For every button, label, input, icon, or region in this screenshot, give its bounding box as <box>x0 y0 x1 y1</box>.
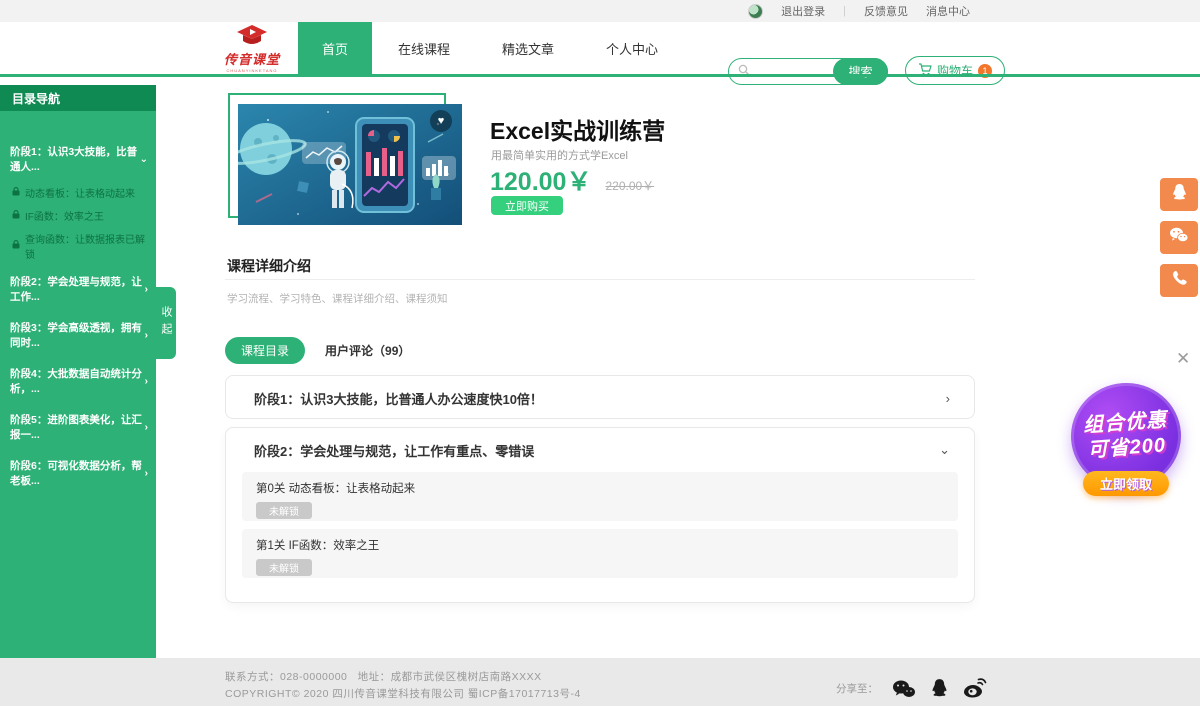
chevron-right-icon: › <box>946 391 950 406</box>
stage1-title: 阶段1：认识3大技能，比普通人办公速度快10倍！ <box>254 389 543 408</box>
chevron-right-icon: › <box>145 284 148 295</box>
chevron-right-icon: › <box>145 422 148 433</box>
sidebar-lesson-3[interactable]: 查询函数：让数据报表已解锁 <box>0 227 156 265</box>
avatar[interactable] <box>748 4 763 19</box>
qq-icon <box>1171 183 1188 207</box>
footer-copyright: COPYRIGHT© 2020 四川传音课堂科技有限公司 蜀ICP备170177… <box>225 686 581 701</box>
promo-claim-button[interactable]: 立即领取 <box>1083 471 1169 496</box>
lesson-0-locked-button[interactable]: 未解锁 <box>256 502 312 519</box>
phone-icon <box>1171 270 1188 292</box>
sidebar-lesson-1-label: 动态看板：让表格动起来 <box>25 185 135 200</box>
nav-accent-line <box>0 74 1200 77</box>
sidebar-stage-6-label: 阶段6：可视化数据分析，帮老板... <box>10 458 145 488</box>
sidebar-lesson-1[interactable]: 动态看板：让表格动起来 <box>0 181 156 204</box>
course-subtitle: 用最简单实用的方式学Excel <box>491 147 628 163</box>
wechat-contact-button[interactable] <box>1160 221 1198 254</box>
close-icon[interactable]: ✕ <box>1176 349 1190 369</box>
sidebar-stage-1[interactable]: 阶段1：认识3大技能，比普通人... ⌄ <box>0 135 156 181</box>
qq-contact-button[interactable] <box>1160 178 1198 211</box>
sidebar-stage-5[interactable]: 阶段5：进阶图表美化，让汇报一... › <box>0 403 156 449</box>
stage2-accordion-header[interactable]: 阶段2：学会处理与规范，让工作有重点、零错误 ⌄ <box>226 428 974 472</box>
sidebar-lesson-3-label: 查询函数：让数据报表已解锁 <box>25 231 148 261</box>
current-price: 120.00￥ <box>490 162 591 198</box>
buy-now-button[interactable]: 立即购买 <box>491 196 563 215</box>
sidebar-header: 目录导航 <box>0 85 156 111</box>
sidebar-stage-4-label: 阶段4：大批数据自动统计分析，... <box>10 366 145 396</box>
section-divider <box>225 279 975 280</box>
nav-item-courses[interactable]: 在线课程 <box>372 22 476 74</box>
phone-contact-button[interactable] <box>1160 264 1198 297</box>
lesson-1-locked-button[interactable]: 未解锁 <box>256 559 312 576</box>
search-input[interactable] <box>750 59 834 84</box>
chevron-down-icon: ⌄ <box>939 442 950 458</box>
stage2-accordion-card: 阶段2：学会处理与规范，让工作有重点、零错误 ⌄ 第0关 动态看板：让表格动起来… <box>225 427 975 603</box>
sidebar-stage-2[interactable]: 阶段2：学会处理与规范，让工作... › <box>0 265 156 311</box>
promo-line-2: 可省200 <box>1087 433 1167 463</box>
tab-user-comments[interactable]: 用户评论（99） <box>325 342 410 359</box>
messages-link[interactable]: 消息中心 <box>926 3 970 19</box>
nav-item-home[interactable]: 首页 <box>298 22 372 74</box>
detail-summary-text: 学习流程、学习特色、课程详细介绍、课程须知 <box>227 291 448 306</box>
lesson-0-name: 第0关 动态看板：让表格动起来 <box>256 480 944 496</box>
footer: 联系方式：028-0000000 地址：成都市武侯区槐树店南路XXXX COPY… <box>0 658 1200 706</box>
chevron-right-icon: › <box>145 468 148 479</box>
nav-item-profile[interactable]: 个人中心 <box>580 22 684 74</box>
lock-icon <box>12 187 20 199</box>
sidebar-stage-4[interactable]: 阶段4：大批数据自动统计分析，... › <box>0 357 156 403</box>
lock-icon <box>12 240 20 252</box>
nav-item-articles[interactable]: 精选文章 <box>476 22 580 74</box>
weibo-share-icon[interactable] <box>963 678 987 699</box>
footer-address: 地址：成都市武侯区槐树店南路XXXX <box>358 671 542 683</box>
stage1-accordion-card: 阶段1：认识3大技能，比普通人办公速度快10倍！ › <box>225 375 975 419</box>
chevron-right-icon: › <box>145 376 148 387</box>
chevron-down-icon: ⌄ <box>140 154 148 165</box>
sidebar-stage-6[interactable]: 阶段6：可视化数据分析，帮老板... › <box>0 449 156 495</box>
stage2-title: 阶段2：学会处理与规范，让工作有重点、零错误 <box>254 441 534 460</box>
catalog-sidebar: 目录导航 阶段1：认识3大技能，比普通人... ⌄ 动态看板：让表格动起来 IF… <box>0 85 156 658</box>
footer-share: 分享至： <box>836 678 987 699</box>
detail-section-heading: 课程详细介绍 <box>227 256 311 276</box>
sidebar-stage-1-label: 阶段1：认识3大技能，比普通人... <box>10 144 140 174</box>
stage1-accordion-header[interactable]: 阶段1：认识3大技能，比普通人办公速度快10倍！ › <box>226 376 974 420</box>
feedback-link[interactable]: 反馈意见 <box>864 3 908 19</box>
course-cover-image[interactable] <box>238 104 462 225</box>
content-tabs: 课程目录 用户评论（99） <box>225 337 410 364</box>
topbar-divider: | <box>843 5 846 17</box>
footer-contact: 联系方式：028-0000000 <box>225 671 347 683</box>
wechat-share-icon[interactable] <box>892 679 916 699</box>
lesson-item-0[interactable]: 第0关 动态看板：让表格动起来 未解锁 <box>242 472 958 521</box>
wechat-icon <box>1169 227 1189 249</box>
nav-items: 首页 在线课程 精选文章 个人中心 <box>298 22 684 74</box>
chevron-right-icon: › <box>145 330 148 341</box>
original-price: 220.00￥ <box>605 177 654 194</box>
tab-course-catalog[interactable]: 课程目录 <box>225 337 305 364</box>
sidebar-collapse-tab[interactable]: 收起 <box>156 287 176 359</box>
search-box: 搜索 <box>728 58 888 85</box>
lock-icon <box>12 210 20 222</box>
lesson-1-name: 第1关 IF函数：效率之王 <box>256 537 944 553</box>
share-label: 分享至： <box>836 681 878 696</box>
logo-graduation-cap-icon <box>235 25 269 49</box>
logout-link[interactable]: 退出登录 <box>781 3 825 19</box>
cart-button[interactable]: 购物车 1 <box>905 56 1005 85</box>
sidebar-stage-2-label: 阶段2：学会处理与规范，让工作... <box>10 274 145 304</box>
top-utility-bar: 退出登录 | 反馈意见 消息中心 <box>0 0 1200 22</box>
lesson-item-1[interactable]: 第1关 IF函数：效率之王 未解锁 <box>242 529 958 578</box>
sidebar-stage-3[interactable]: 阶段3：学会高级透视，拥有同时... › <box>0 311 156 357</box>
qq-share-icon[interactable] <box>930 678 949 699</box>
footer-contact-line: 联系方式：028-0000000 地址：成都市武侯区槐树店南路XXXX <box>225 669 542 684</box>
sidebar-lesson-2-label: IF函数：效率之王 <box>25 208 104 223</box>
course-title: Excel实战训练营 <box>490 112 665 146</box>
sidebar-lesson-2[interactable]: IF函数：效率之王 <box>0 204 156 227</box>
search-icon <box>738 63 750 81</box>
logo-subtitle: CHUANYINKETANG <box>218 68 286 73</box>
search-button[interactable]: 搜索 <box>833 58 888 85</box>
sidebar-stage-3-label: 阶段3：学会高级透视，拥有同时... <box>10 320 145 350</box>
logo-title: 传音课堂 <box>218 49 286 68</box>
price-row: 120.00￥ 220.00￥ <box>490 162 654 198</box>
logo[interactable]: 传音课堂 CHUANYINKETANG <box>218 25 286 73</box>
heart-icon[interactable]: ♥ <box>430 110 452 132</box>
sidebar-stage-5-label: 阶段5：进阶图表美化，让汇报一... <box>10 412 145 442</box>
main-nav: 传音课堂 CHUANYINKETANG 首页 在线课程 精选文章 个人中心 搜索… <box>0 22 1200 74</box>
